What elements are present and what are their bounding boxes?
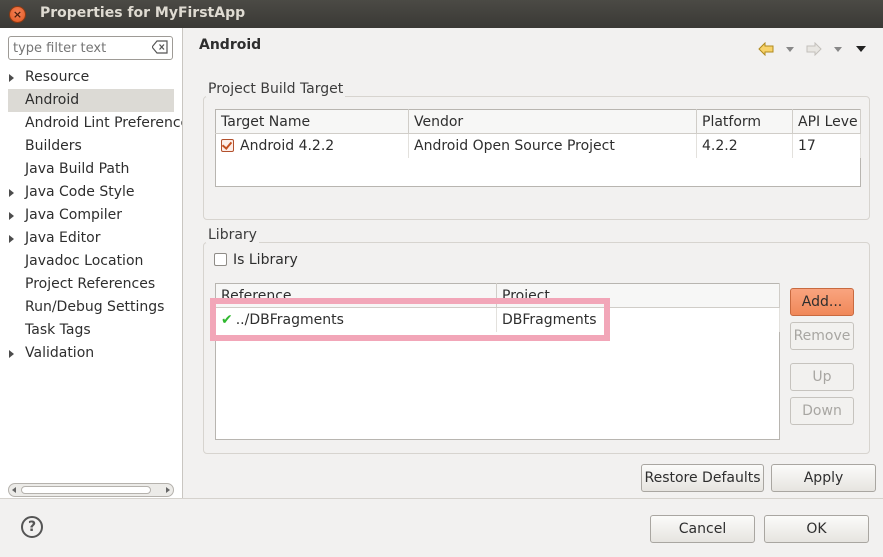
sidebar-item-android-lint-preferences[interactable]: Android Lint Preferences <box>0 112 182 135</box>
sidebar-item-label: Project References <box>25 276 156 292</box>
sidebar-item-label: Java Editor <box>25 230 101 246</box>
sidebar-item-validation[interactable]: Validation <box>0 342 182 365</box>
sidebar-hscrollbar[interactable] <box>8 483 174 497</box>
page-title: Android <box>199 37 262 53</box>
target-vendor: Android Open Source Project <box>408 133 697 159</box>
close-icon[interactable]: × <box>9 6 26 23</box>
back-dropdown-icon[interactable] <box>786 47 794 52</box>
sidebar-item-builders[interactable]: Builders <box>0 135 182 158</box>
is-library-checkbox[interactable] <box>214 253 227 266</box>
filter-input[interactable] <box>13 39 149 57</box>
column-header-platform[interactable]: Platform <box>696 109 793 135</box>
sidebar-item-javadoc-location[interactable]: Javadoc Location <box>0 250 182 273</box>
is-library-option[interactable]: Is Library <box>214 250 298 270</box>
target-name: Android 4.2.2 <box>240 138 335 155</box>
sidebar-item-label: Java Code Style <box>25 184 135 200</box>
restore-defaults-button[interactable]: Restore Defaults <box>641 464 764 492</box>
ok-button[interactable]: OK <box>764 515 869 543</box>
target-api-level: 17 <box>792 133 861 159</box>
down-button[interactable]: Down <box>790 397 854 425</box>
column-header-vendor[interactable]: Vendor <box>408 109 697 135</box>
is-library-label: Is Library <box>233 252 298 268</box>
sidebar-item-label: Task Tags <box>25 322 91 338</box>
build-target-group-label: Project Build Target <box>206 81 346 97</box>
forward-dropdown-icon <box>834 47 842 52</box>
category-tree: Resource Android Android Lint Preferences B… <box>0 66 182 365</box>
sidebar-item-java-editor[interactable]: Java Editor <box>0 227 182 250</box>
sidebar-item-label: Android <box>25 92 80 108</box>
sidebar-item-label: Android Lint Preferences <box>25 115 182 131</box>
sidebar-item-run-debug-settings[interactable]: Run/Debug Settings <box>0 296 182 319</box>
scroll-left-icon[interactable] <box>12 487 16 493</box>
sidebar-item-android[interactable]: Android <box>8 89 174 112</box>
clear-filter-icon[interactable] <box>152 40 168 54</box>
view-menu-icon[interactable] <box>856 46 866 52</box>
sidebar-item-java-compiler[interactable]: Java Compiler <box>0 204 182 227</box>
sidebar-item-java-build-path[interactable]: Java Build Path <box>0 158 182 181</box>
sidebar-item-java-code-style[interactable]: Java Code Style <box>0 181 182 204</box>
table-row[interactable]: Android 4.2.2 Android Open Source Projec… <box>215 133 861 159</box>
window-title: Properties for MyFirstApp <box>40 5 246 21</box>
forward-arrow-icon <box>806 42 822 56</box>
cancel-button[interactable]: Cancel <box>650 515 755 543</box>
scroll-thumb[interactable] <box>21 486 151 494</box>
scroll-right-icon[interactable] <box>166 487 170 493</box>
column-header-api-level[interactable]: API Leve <box>792 109 861 135</box>
apply-button[interactable]: Apply <box>771 464 876 492</box>
sidebar: Resource Android Android Lint Preferences B… <box>0 28 183 499</box>
sidebar-item-label: Java Build Path <box>25 161 130 177</box>
help-icon[interactable]: ? <box>21 516 43 538</box>
sidebar-item-project-references[interactable]: Project References <box>0 273 182 296</box>
expand-arrow-icon[interactable] <box>9 74 14 82</box>
sidebar-item-label: Builders <box>25 138 82 154</box>
expand-arrow-icon[interactable] <box>9 189 14 197</box>
add-button[interactable]: Add... <box>790 288 854 316</box>
sidebar-item-task-tags[interactable]: Task Tags <box>0 319 182 342</box>
sidebar-item-resource[interactable]: Resource <box>0 66 182 89</box>
sidebar-item-label: Javadoc Location <box>25 253 144 269</box>
back-arrow-icon[interactable] <box>758 42 774 56</box>
target-platform: 4.2.2 <box>696 133 793 159</box>
library-group-label: Library <box>206 227 259 243</box>
sidebar-item-label: Run/Debug Settings <box>25 299 165 315</box>
up-button[interactable]: Up <box>790 363 854 391</box>
footer-divider <box>0 498 883 499</box>
build-target-table: Target Name Vendor Platform API Leve And… <box>215 109 861 187</box>
remove-button[interactable]: Remove <box>790 322 854 350</box>
sidebar-item-label: Validation <box>25 345 95 361</box>
title-bar: × Properties for MyFirstApp <box>0 0 883 28</box>
highlight-annotation <box>210 298 610 341</box>
filter-box <box>8 36 173 60</box>
sidebar-item-label: Java Compiler <box>25 207 123 223</box>
column-header-target-name[interactable]: Target Name <box>215 109 409 135</box>
expand-arrow-icon[interactable] <box>9 235 14 243</box>
expand-arrow-icon[interactable] <box>9 212 14 220</box>
sidebar-item-label: Resource <box>25 69 90 85</box>
expand-arrow-icon[interactable] <box>9 350 14 358</box>
target-checkbox[interactable] <box>221 139 234 153</box>
